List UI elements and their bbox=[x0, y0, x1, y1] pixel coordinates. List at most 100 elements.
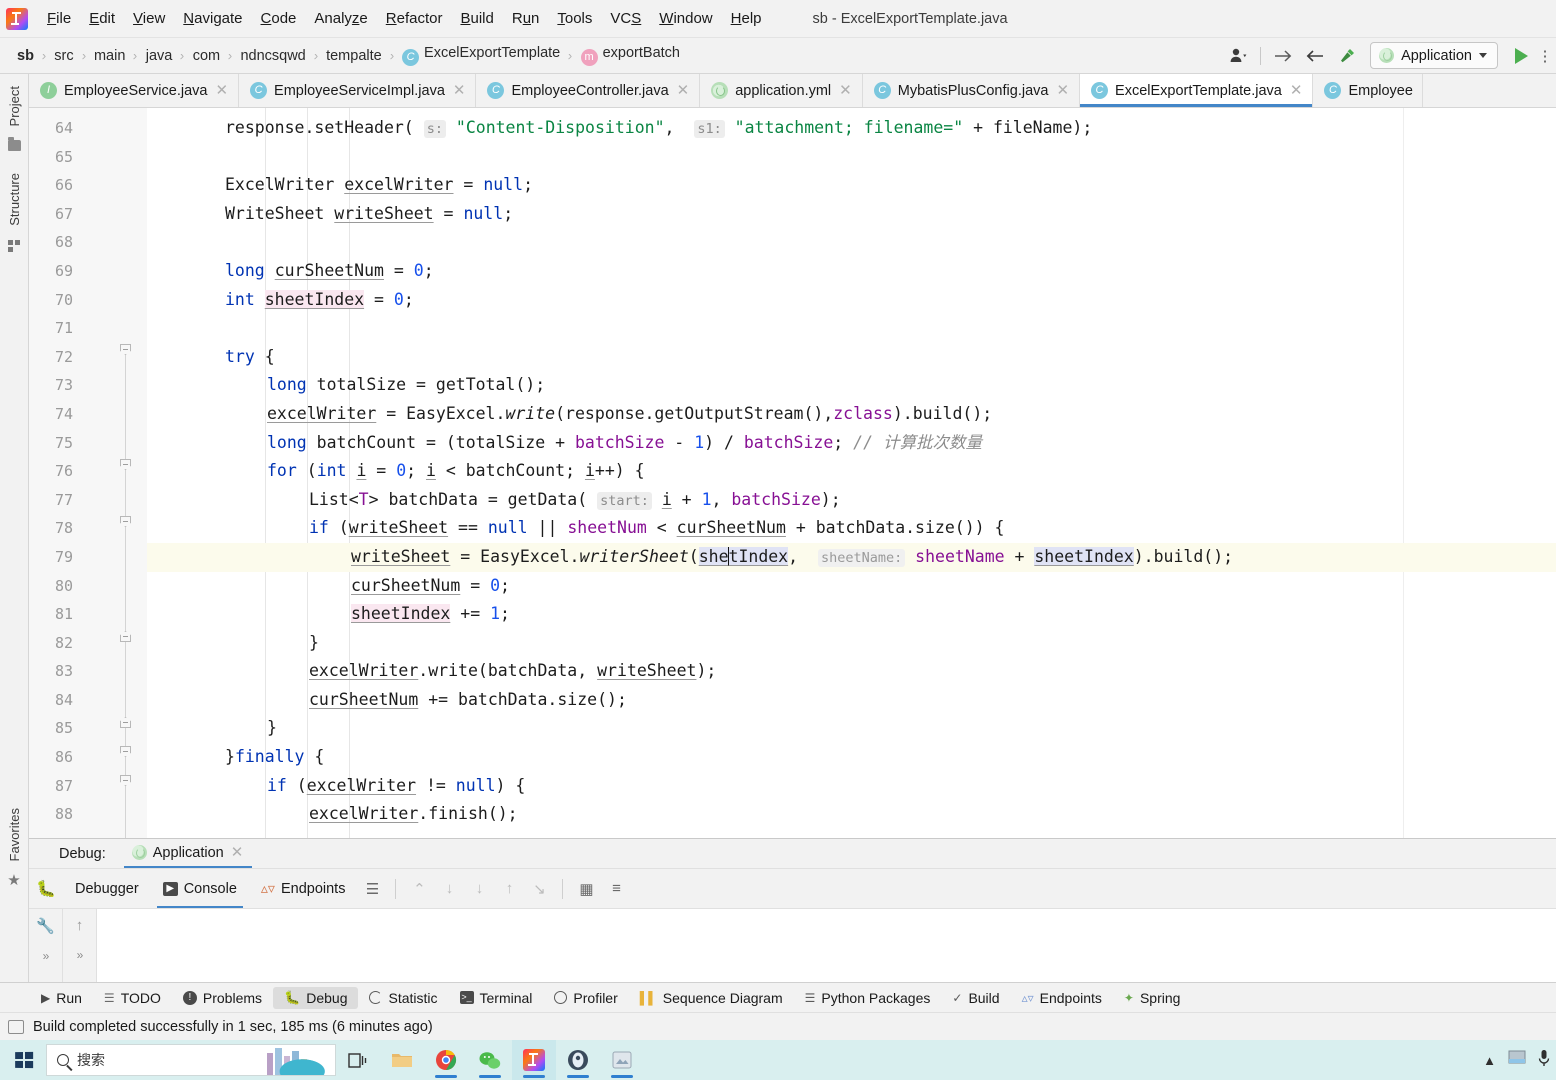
code-line-74[interactable]: excelWriter = EasyExcel.write(response.g… bbox=[147, 400, 1556, 429]
close-icon[interactable]: ✕ bbox=[1055, 83, 1070, 98]
tab-excelexporttemplate-java[interactable]: C ExcelExportTemplate.java ✕ bbox=[1080, 74, 1314, 107]
code-line-66[interactable]: ExcelWriter excelWriter = null; bbox=[147, 171, 1556, 200]
breadcrumb-item-tempalte[interactable]: tempalte bbox=[323, 47, 385, 65]
intellij-idea-icon[interactable] bbox=[512, 1040, 556, 1080]
tab-employeecontroller-java[interactable]: C EmployeeController.java ✕ bbox=[476, 74, 701, 107]
task-view-icon[interactable] bbox=[336, 1040, 380, 1080]
code-line-81[interactable]: sheetIndex += 1; bbox=[147, 600, 1556, 629]
close-icon[interactable]: ✕ bbox=[452, 83, 467, 98]
menu-file[interactable]: File bbox=[38, 7, 80, 30]
settings-sliders-icon[interactable]: ≡ bbox=[601, 880, 631, 897]
editor-gutter[interactable]: 64 65 66 67 68 69 70 71 72 73 74 75 76 7… bbox=[29, 108, 147, 838]
code-line-64[interactable]: response.setHeader( s: "Content-Disposit… bbox=[147, 114, 1556, 143]
code-line-87[interactable]: if (excelWriter != null) { bbox=[147, 772, 1556, 801]
code-line-72[interactable]: try { bbox=[147, 343, 1556, 372]
run-button[interactable] bbox=[1506, 42, 1536, 70]
chevron-up-icon[interactable]: ▲ bbox=[1483, 1053, 1496, 1068]
fold-marker[interactable] bbox=[120, 746, 131, 757]
bottom-tab-debug[interactable]: 🐛 Debug bbox=[273, 986, 359, 1009]
bottom-tab-problems[interactable]: ! Problems bbox=[172, 987, 273, 1009]
step-over-icon[interactable]: ⌃ bbox=[404, 880, 434, 898]
taskbar-search-input[interactable]: 搜索 bbox=[46, 1044, 336, 1076]
fold-marker[interactable] bbox=[120, 775, 131, 786]
menu-window[interactable]: Window bbox=[650, 7, 721, 30]
step-out-icon[interactable]: ↑ bbox=[494, 880, 524, 897]
code-line-75[interactable]: long batchCount = (totalSize + batchSize… bbox=[147, 429, 1556, 458]
microphone-icon[interactable] bbox=[1538, 1049, 1550, 1072]
code-line-65[interactable] bbox=[147, 143, 1556, 172]
menu-analyze[interactable]: Analyze bbox=[305, 7, 376, 30]
bottom-tab-profiler[interactable]: Profiler bbox=[543, 987, 628, 1009]
bottom-tab-sequence-diagram[interactable]: ▌▌ Sequence Diagram bbox=[629, 987, 794, 1009]
console-output[interactable] bbox=[97, 909, 1556, 982]
breadcrumb-item-main[interactable]: main bbox=[91, 47, 128, 65]
close-icon[interactable]: ✕ bbox=[838, 83, 853, 98]
bottom-tab-run[interactable]: ▶ Run bbox=[30, 987, 93, 1009]
tab-application-yml[interactable]: application.yml ✕ bbox=[700, 74, 863, 107]
debug-tab-endpoints[interactable]: ▵▿ Endpoints bbox=[249, 869, 358, 908]
evaluate-table-icon[interactable]: ▦ bbox=[571, 880, 601, 898]
forward-arrow-icon[interactable] bbox=[1268, 42, 1298, 70]
breadcrumb-item-method[interactable]: m exportBatch bbox=[578, 44, 683, 67]
menu-navigate[interactable]: Navigate bbox=[174, 7, 251, 30]
snipping-tool-icon[interactable] bbox=[600, 1040, 644, 1080]
breadcrumb-item-project[interactable]: sb bbox=[14, 47, 37, 65]
tab-mybatisplusconfig-java[interactable]: C MybatisPlusConfig.java ✕ bbox=[862, 74, 1081, 107]
code-line-82[interactable]: } bbox=[147, 629, 1556, 658]
code-line-86[interactable]: }finally { bbox=[147, 743, 1556, 772]
up-arrow-icon[interactable]: ↑ bbox=[76, 917, 84, 934]
code-line-78[interactable]: if (writeSheet == null || sheetNum < cur… bbox=[147, 514, 1556, 543]
menu-code[interactable]: Code bbox=[252, 7, 306, 30]
fold-marker[interactable] bbox=[120, 459, 131, 470]
hammer-build-icon[interactable] bbox=[1332, 42, 1362, 70]
step-into-icon[interactable]: ↓ bbox=[434, 880, 464, 897]
run-configuration-selector[interactable]: Application bbox=[1370, 42, 1498, 69]
menu-refactor[interactable]: Refactor bbox=[377, 7, 452, 30]
fold-marker[interactable] bbox=[120, 344, 131, 355]
back-arrow-icon[interactable] bbox=[1300, 42, 1330, 70]
file-explorer-icon[interactable] bbox=[380, 1040, 424, 1080]
code-line-84[interactable]: curSheetNum += batchData.size(); bbox=[147, 686, 1556, 715]
menu-run[interactable]: Run bbox=[503, 7, 549, 30]
menu-tools[interactable]: Tools bbox=[548, 7, 601, 30]
code-line-79[interactable]: writeSheet = EasyExcel.writerSheet(shetI… bbox=[147, 542, 1556, 572]
fold-marker[interactable] bbox=[120, 717, 131, 728]
breadcrumb-item-ndncsqwd[interactable]: ndncsqwd bbox=[237, 47, 308, 65]
media-app-icon[interactable] bbox=[556, 1040, 600, 1080]
breadcrumb-item-src[interactable]: src bbox=[51, 47, 76, 65]
code-line-70[interactable]: int sheetIndex = 0; bbox=[147, 286, 1556, 315]
sidebar-item-favorites[interactable]: Favorites bbox=[5, 802, 24, 867]
close-icon[interactable]: ✕ bbox=[230, 845, 245, 860]
bottom-tab-todo[interactable]: ☰ TODO bbox=[93, 987, 172, 1009]
run-to-cursor-icon[interactable]: ↘ bbox=[524, 880, 554, 898]
force-step-into-icon[interactable]: ↓ bbox=[464, 880, 494, 897]
code-line-83[interactable]: excelWriter.write(batchData, writeSheet)… bbox=[147, 657, 1556, 686]
chrome-icon[interactable] bbox=[424, 1040, 468, 1080]
code-line-68[interactable] bbox=[147, 228, 1556, 257]
tab-employeeservice-java[interactable]: I EmployeeService.java ✕ bbox=[29, 74, 240, 107]
bottom-tab-spring[interactable]: ✦ Spring bbox=[1113, 987, 1192, 1009]
close-icon[interactable]: ✕ bbox=[214, 83, 229, 98]
code-line-67[interactable]: WriteSheet writeSheet = null; bbox=[147, 200, 1556, 229]
fold-marker[interactable] bbox=[120, 516, 131, 527]
code-line-77[interactable]: List<T> batchData = getData( start: i + … bbox=[147, 486, 1556, 515]
menu-vcs[interactable]: VCS bbox=[601, 7, 650, 30]
sidebar-item-structure[interactable]: Structure bbox=[5, 167, 24, 232]
fold-marker[interactable] bbox=[120, 631, 131, 642]
breadcrumb-item-java[interactable]: java bbox=[143, 47, 176, 65]
code-line-80[interactable]: curSheetNum = 0; bbox=[147, 572, 1556, 601]
sidebar-item-project[interactable]: Project bbox=[5, 80, 24, 132]
tab-employeeserviceimpl-java[interactable]: C EmployeeServiceImpl.java ✕ bbox=[239, 74, 477, 107]
expand-chevrons-icon[interactable]: » bbox=[77, 948, 84, 962]
code-line-71[interactable] bbox=[147, 314, 1556, 343]
breadcrumb-item-class[interactable]: C ExcelExportTemplate bbox=[399, 44, 563, 67]
code-folding-column[interactable] bbox=[117, 108, 133, 838]
code-line-69[interactable]: long curSheetNum = 0; bbox=[147, 257, 1556, 286]
debug-tab-debugger[interactable]: Debugger bbox=[63, 869, 151, 908]
bottom-tab-build[interactable]: ✓ Build bbox=[941, 987, 1010, 1009]
bottom-tab-terminal[interactable]: >_ Terminal bbox=[449, 987, 544, 1009]
wechat-icon[interactable] bbox=[468, 1040, 512, 1080]
code-text-area[interactable]: response.setHeader( s: "Content-Disposit… bbox=[147, 108, 1556, 838]
breadcrumb-item-com[interactable]: com bbox=[190, 47, 223, 65]
expand-chevrons-icon[interactable]: » bbox=[43, 949, 50, 963]
